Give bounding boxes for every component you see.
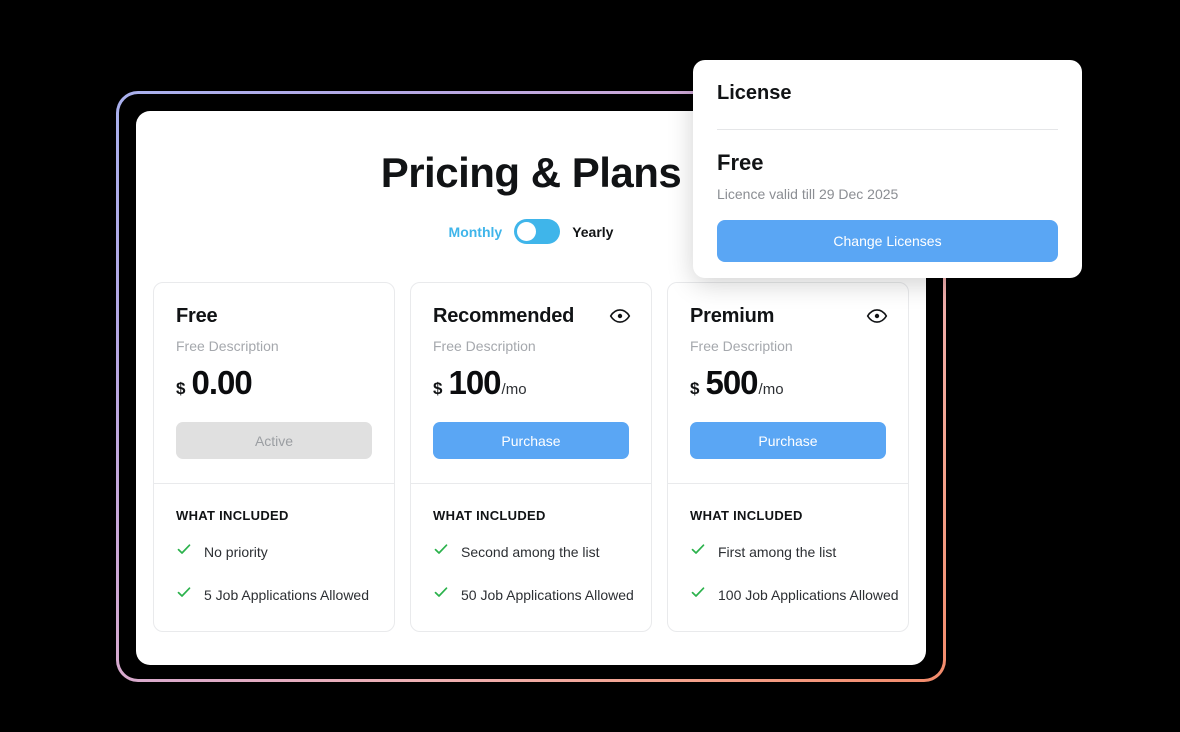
license-divider — [717, 129, 1058, 130]
plan-name: Free — [176, 305, 218, 327]
feature-label: 50 Job Applications Allowed — [461, 586, 634, 603]
plan-description: Free Description — [690, 338, 793, 354]
feature-list: Second among the list 50 Job Application… — [433, 541, 634, 605]
license-popover: License Free Licence valid till 29 Dec 2… — [693, 60, 1082, 278]
switch-knob — [517, 222, 537, 241]
list-item: Second among the list — [433, 541, 629, 562]
billing-label-monthly[interactable]: Monthly — [449, 224, 503, 240]
plan-currency: $ — [690, 379, 700, 398]
plan-card-features: WHAT INCLUDED Second among the list 50 J… — [411, 484, 651, 631]
feature-list: First among the list 100 Job Application… — [690, 541, 899, 605]
billing-label-yearly[interactable]: Yearly — [572, 224, 613, 240]
plan-card-header: Premium Free Description $ 500 /mo Purch… — [668, 283, 908, 483]
list-item: No priority — [176, 541, 372, 562]
plan-amount: 500 — [705, 364, 758, 401]
eye-icon[interactable] — [866, 305, 888, 327]
feature-label: First among the list — [718, 543, 837, 560]
eye-icon[interactable] — [609, 305, 631, 327]
list-item: 100 Job Applications Allowed — [690, 584, 899, 605]
plan-card-features: WHAT INCLUDED First among the list 100 J… — [668, 484, 908, 631]
license-validity: Licence valid till 29 Dec 2025 — [717, 186, 899, 202]
included-heading: WHAT INCLUDED — [433, 508, 546, 523]
check-icon — [690, 541, 706, 562]
plan-cta-button[interactable]: Purchase — [690, 422, 886, 459]
plan-cta-button[interactable]: Purchase — [433, 422, 629, 459]
check-icon — [433, 584, 449, 605]
plan-amount: 100 — [448, 364, 501, 401]
plan-description: Free Description — [176, 338, 279, 354]
plan-card-free[interactable]: Free Free Description $ 0.00 Active WHAT… — [153, 282, 395, 632]
plan-card-header: Free Free Description $ 0.00 Active — [154, 283, 394, 483]
plan-period: /mo — [501, 381, 527, 398]
feature-list: No priority 5 Job Applications Allowed — [176, 541, 372, 605]
included-heading: WHAT INCLUDED — [176, 508, 289, 523]
change-licenses-button[interactable]: Change Licenses — [717, 220, 1058, 262]
check-icon — [433, 541, 449, 562]
plan-currency: $ — [433, 379, 443, 398]
plan-card-recommended[interactable]: Recommended Free Description $ 100 /mo P… — [410, 282, 652, 632]
list-item: First among the list — [690, 541, 886, 562]
plan-description: Free Description — [433, 338, 536, 354]
plan-card-list: Free Free Description $ 0.00 Active WHAT… — [153, 282, 909, 632]
plan-currency: $ — [176, 379, 186, 398]
check-icon — [176, 584, 192, 605]
plan-price: $ 100 /mo — [433, 364, 629, 402]
list-item: 50 Job Applications Allowed — [433, 584, 634, 605]
plan-card-premium[interactable]: Premium Free Description $ 500 /mo Purch… — [667, 282, 909, 632]
plan-price: $ 0.00 — [176, 364, 372, 402]
license-title: License — [717, 82, 792, 104]
check-icon — [690, 584, 706, 605]
feature-label: 5 Job Applications Allowed — [204, 586, 369, 603]
feature-label: No priority — [204, 543, 268, 560]
plan-amount: 0.00 — [191, 364, 252, 401]
feature-label: Second among the list — [461, 543, 600, 560]
license-plan-name: Free — [717, 150, 764, 175]
plan-name: Premium — [690, 305, 775, 327]
plan-card-header: Recommended Free Description $ 100 /mo P… — [411, 283, 651, 483]
plan-period: /mo — [758, 381, 784, 398]
screen-root: Pricing & Plans Monthly Yearly Free Free… — [0, 0, 1180, 732]
plan-name: Recommended — [433, 305, 575, 327]
billing-period-switch[interactable] — [514, 219, 561, 244]
plan-price: $ 500 /mo — [690, 364, 886, 402]
list-item: 5 Job Applications Allowed — [176, 584, 372, 605]
plan-card-features: WHAT INCLUDED No priority 5 Job Applicat… — [154, 484, 394, 631]
plan-cta-button[interactable]: Active — [176, 422, 372, 459]
feature-label: 100 Job Applications Allowed — [718, 586, 899, 603]
included-heading: WHAT INCLUDED — [690, 508, 803, 523]
check-icon — [176, 541, 192, 562]
